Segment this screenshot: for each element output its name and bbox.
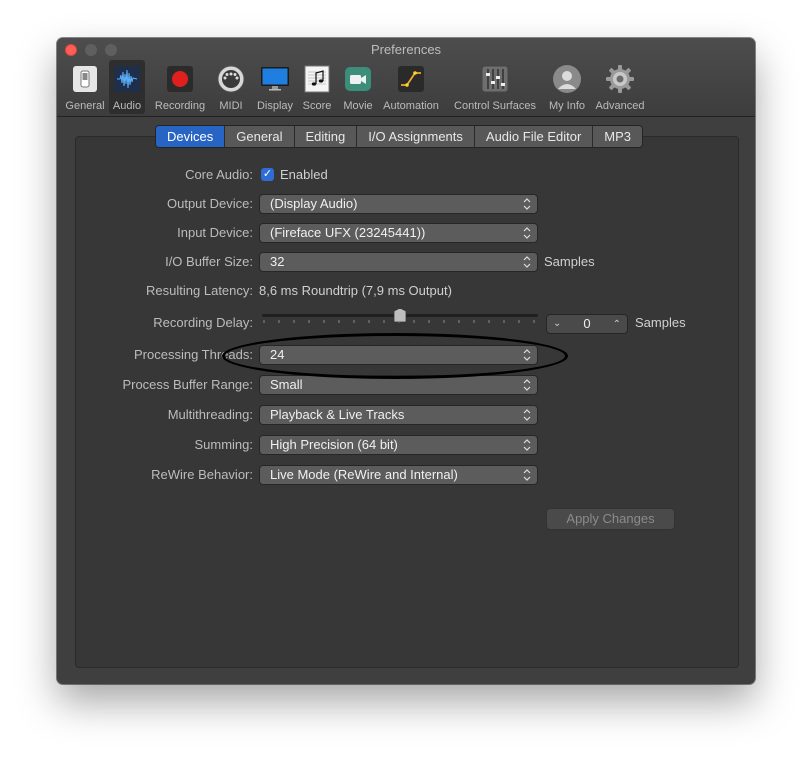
score-notes-icon [304, 65, 330, 93]
core-audio-enabled-label: Enabled [280, 167, 328, 182]
chevron-updown-icon [523, 256, 531, 268]
toolbar-recording[interactable]: Recording [152, 60, 208, 114]
gear-icon [606, 65, 634, 93]
record-icon [167, 66, 193, 92]
multithreading-popup[interactable]: Playback & Live Tracks [259, 405, 538, 425]
tab-editing[interactable]: Editing [293, 126, 357, 147]
toolbar-automation[interactable]: Automation [379, 60, 443, 114]
toolbar-display[interactable]: Display [253, 60, 297, 114]
preferences-window: Preferences General Audio Recording MIDI… [57, 38, 755, 684]
title-bar: Preferences General Audio Recording MIDI… [57, 38, 755, 117]
tab-io-assignments[interactable]: I/O Assignments [356, 126, 474, 147]
recording-delay-label: Recording Delay: [153, 315, 253, 330]
tab-audio-file-editor[interactable]: Audio File Editor [473, 126, 592, 147]
monitor-icon [261, 67, 289, 91]
chevron-updown-icon [523, 469, 531, 481]
preferences-tabs: Devices General Editing I/O Assignments … [155, 125, 644, 148]
process-buffer-value: Small [270, 377, 303, 392]
window-title: Preferences [370, 42, 442, 57]
recording-delay-stepper[interactable]: ⌄ 0 ⌃ [546, 314, 628, 334]
midi-connector-icon [217, 65, 245, 93]
latency-label: Resulting Latency: [146, 283, 253, 298]
rewire-label: ReWire Behavior: [151, 467, 253, 482]
io-buffer-popup[interactable]: 32 [259, 252, 538, 272]
output-device-label: Output Device: [167, 196, 253, 211]
latency-value: 8,6 ms Roundtrip (7,9 ms Output) [259, 283, 452, 298]
chevron-updown-icon [523, 439, 531, 451]
user-icon [553, 65, 581, 93]
tab-mp3[interactable]: MP3 [592, 126, 642, 147]
toolbar-control-surfaces[interactable]: Control Surfaces [449, 60, 541, 114]
toolbar-my-info[interactable]: My Info [545, 60, 589, 114]
waveform-icon [114, 66, 140, 92]
io-buffer-unit: Samples [544, 254, 595, 269]
faders-icon [481, 65, 509, 93]
output-device-value: (Display Audio) [270, 196, 358, 211]
apply-changes-button[interactable]: Apply Changes [546, 508, 675, 530]
output-device-popup[interactable]: (Display Audio) [259, 194, 538, 214]
toolbar-score[interactable]: Score [300, 60, 334, 114]
tab-devices[interactable]: Devices [156, 126, 225, 147]
io-buffer-value: 32 [270, 254, 285, 269]
movie-camera-icon [345, 67, 371, 91]
chevron-updown-icon [523, 379, 531, 391]
chevron-updown-icon [523, 227, 531, 239]
stepper-up-icon[interactable]: ⌃ [613, 316, 621, 334]
toolbar-general[interactable]: General [62, 60, 108, 114]
input-device-value: (Fireface UFX (23245441)) [270, 225, 426, 240]
slider-thumb [393, 309, 407, 323]
core-audio-label: Core Audio: [185, 167, 253, 182]
multithreading-value: Playback & Live Tracks [270, 407, 405, 422]
chevron-updown-icon [523, 409, 531, 421]
process-buffer-label: Process Buffer Range: [122, 377, 253, 392]
devices-panel: Core Audio: ✓ Enabled Output Device: (Di… [75, 136, 739, 668]
toolbar-advanced[interactable]: Advanced [592, 60, 648, 114]
recording-delay-unit: Samples [635, 315, 686, 330]
multithreading-label: Multithreading: [167, 407, 253, 422]
rewire-popup[interactable]: Live Mode (ReWire and Internal) [259, 465, 538, 485]
annotation-oval [222, 333, 568, 379]
rewire-value: Live Mode (ReWire and Internal) [270, 467, 458, 482]
chevron-updown-icon [523, 198, 531, 210]
input-device-label: Input Device: [177, 225, 253, 240]
switch-icon [73, 66, 97, 92]
summing-label: Summing: [194, 437, 253, 452]
recording-delay-slider[interactable] [262, 309, 538, 325]
io-buffer-label: I/O Buffer Size: [165, 254, 253, 269]
toolbar-midi[interactable]: MIDI [214, 60, 248, 114]
summing-value: High Precision (64 bit) [270, 437, 398, 452]
input-device-popup[interactable]: (Fireface UFX (23245441)) [259, 223, 538, 243]
toolbar-movie[interactable]: Movie [340, 60, 376, 114]
summing-popup[interactable]: High Precision (64 bit) [259, 435, 538, 455]
toolbar-audio[interactable]: Audio [109, 60, 145, 114]
automation-curve-icon [398, 66, 424, 92]
core-audio-checkbox[interactable]: ✓ [261, 168, 274, 181]
tab-general[interactable]: General [224, 126, 293, 147]
